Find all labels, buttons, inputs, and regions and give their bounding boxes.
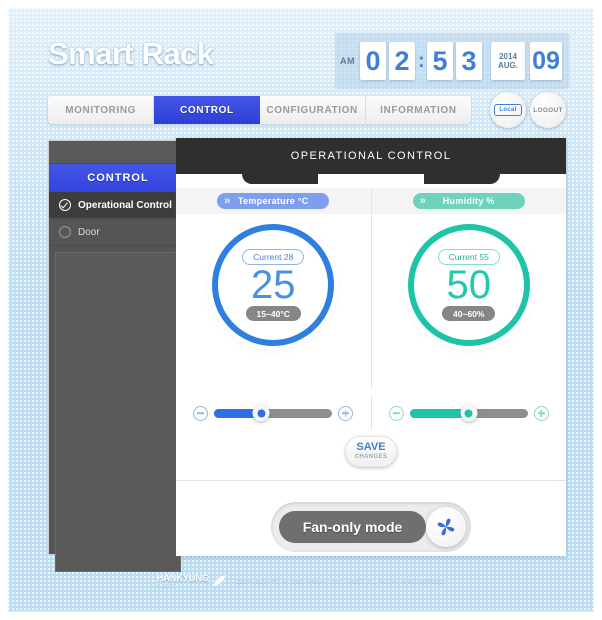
- hankyung-brand: HANKYUNG: [156, 572, 209, 583]
- humidity-increase-button[interactable]: [533, 405, 549, 421]
- date-month: AUG.: [498, 61, 518, 70]
- temperature-decrease-button[interactable]: [193, 405, 209, 421]
- sidebar-title: CONTROL: [49, 164, 187, 192]
- sidebar-item-label: Door: [78, 226, 100, 238]
- save-label-primary: SAVE: [356, 441, 386, 453]
- minus-icon: [392, 412, 400, 414]
- save-changes-button[interactable]: SAVE CHANGES: [345, 436, 397, 467]
- humidity-header-label: Humidity %: [442, 196, 495, 206]
- plus-icon-vertical: [540, 409, 542, 417]
- date-day: 09: [530, 42, 562, 80]
- humidity-gauge-column: » Humidity % Current 55 50 40~60%: [371, 188, 566, 388]
- clock-widget: AM 0 2 : 5 3 2014 AUG. 09: [334, 32, 570, 90]
- save-label-secondary: CHANGES: [354, 454, 388, 460]
- tab-information[interactable]: INFORMATION: [365, 96, 471, 124]
- tab-monitoring[interactable]: MONITORING: [48, 96, 155, 124]
- header: Smart Rack AM 0 2 : 5 3 2014 AUG. 09: [40, 28, 570, 90]
- clock-hour-tens: 0: [360, 42, 386, 80]
- save-button-wrap: SAVE CHANGES: [176, 436, 566, 467]
- humidity-setpoint-value: 50: [446, 263, 492, 307]
- temperature-slider-cell: [176, 396, 372, 430]
- humidity-slider-thumb[interactable]: [460, 404, 478, 422]
- humidity-decrease-button[interactable]: [388, 405, 404, 421]
- section-divider: [176, 480, 566, 481]
- plus-icon-vertical: [345, 409, 347, 417]
- date-year-month: 2014 AUG.: [491, 42, 525, 80]
- local-badge-label: Local: [494, 104, 522, 116]
- temperature-header-label: Temperature °C: [237, 196, 309, 206]
- thumb-dot-icon: [464, 409, 473, 417]
- double-chevron-right-icon: »: [224, 195, 230, 207]
- temperature-slider-thumb[interactable]: [252, 404, 270, 422]
- copyright-text: COPYRIGHTS © 2009 HANKYUNG I-NET ALL RIG…: [234, 577, 446, 585]
- temperature-header: » Temperature °C: [176, 188, 371, 214]
- logout-label: LOGOUT: [533, 106, 563, 114]
- clock-ampm: AM: [340, 56, 355, 66]
- logout-button[interactable]: LOGOUT: [530, 92, 566, 128]
- leaf-icon: [212, 575, 226, 586]
- app-root: Smart Rack AM 0 2 : 5 3 2014 AUG. 09 MON…: [0, 0, 602, 620]
- fan-only-mode-label: Fan-only mode: [279, 511, 426, 543]
- fan-icon: [437, 518, 455, 536]
- fan-toggle-knob[interactable]: [426, 507, 466, 547]
- local-button[interactable]: Local: [490, 92, 526, 128]
- clock-minute-ones: 3: [456, 42, 482, 80]
- sliders-row: [176, 396, 566, 430]
- clock-minute-tens: 5: [427, 42, 453, 80]
- app-logo-title: Smart Rack: [48, 36, 214, 71]
- clock-colon: :: [418, 50, 425, 72]
- sidebar-top-strip: [49, 141, 187, 164]
- check-circle-icon: [59, 199, 71, 211]
- humidity-slider[interactable]: [409, 404, 528, 422]
- hankyung-brand-sub: I-NET: [156, 582, 175, 589]
- temperature-dial: Current 28 25 15~40°C: [212, 224, 335, 346]
- temperature-range-badge: 15~40°C: [245, 306, 301, 321]
- panel-title-bar: OPERATIONAL CONTROL: [176, 138, 566, 184]
- fan-only-mode-toggle[interactable]: Fan-only mode: [271, 502, 471, 552]
- footer: HANKYUNG I-NET COPYRIGHTS © 2009 HANKYUN…: [8, 572, 594, 590]
- panel-title: OPERATIONAL CONTROL: [290, 150, 452, 162]
- clock-hour-ones: 2: [389, 42, 415, 80]
- humidity-dial: Current 55 50 40~60%: [407, 224, 530, 346]
- sidebar-item-door[interactable]: Door: [49, 219, 187, 246]
- temperature-pill: » Temperature °C: [217, 193, 330, 209]
- temperature-slider[interactable]: [214, 404, 333, 422]
- sidebar-item-operational-control[interactable]: Operational Control: [49, 192, 188, 219]
- temperature-increase-button[interactable]: [338, 405, 354, 421]
- double-chevron-right-icon: »: [419, 195, 426, 207]
- thumb-dot-icon: [257, 409, 266, 417]
- fan-toggle-wrap: Fan-only mode: [176, 502, 566, 552]
- hankyung-logo: HANKYUNG I-NET: [156, 572, 227, 589]
- sidebar: CONTROL Operational Control Door: [48, 140, 188, 572]
- panel-body: » Temperature °C Current 28 25 15~40°C »: [176, 184, 566, 556]
- circle-icon: [59, 226, 71, 238]
- humidity-header: » Humidity %: [371, 188, 566, 214]
- humidity-pill: » Humidity %: [412, 193, 525, 209]
- temperature-gauge-column: » Temperature °C Current 28 25 15~40°C: [176, 188, 372, 388]
- humidity-slider-cell: [372, 396, 567, 430]
- temperature-setpoint-value: 25: [251, 263, 296, 307]
- date-year: 2014: [499, 51, 517, 61]
- tab-control[interactable]: CONTROL: [154, 96, 260, 124]
- humidity-range-badge: 40~60%: [442, 306, 496, 321]
- main-panel: OPERATIONAL CONTROL » Temperature °C Cur…: [176, 138, 566, 556]
- tab-configuration[interactable]: CONFIGURATION: [259, 96, 366, 124]
- minus-icon: [197, 412, 205, 414]
- sidebar-item-label: Operational Control: [78, 199, 172, 211]
- main-navigation: MONITORING CONTROL CONFIGURATION INFORMA…: [48, 96, 471, 124]
- gauges-row: » Temperature °C Current 28 25 15~40°C »: [176, 188, 566, 388]
- sidebar-empty-area: [55, 252, 181, 572]
